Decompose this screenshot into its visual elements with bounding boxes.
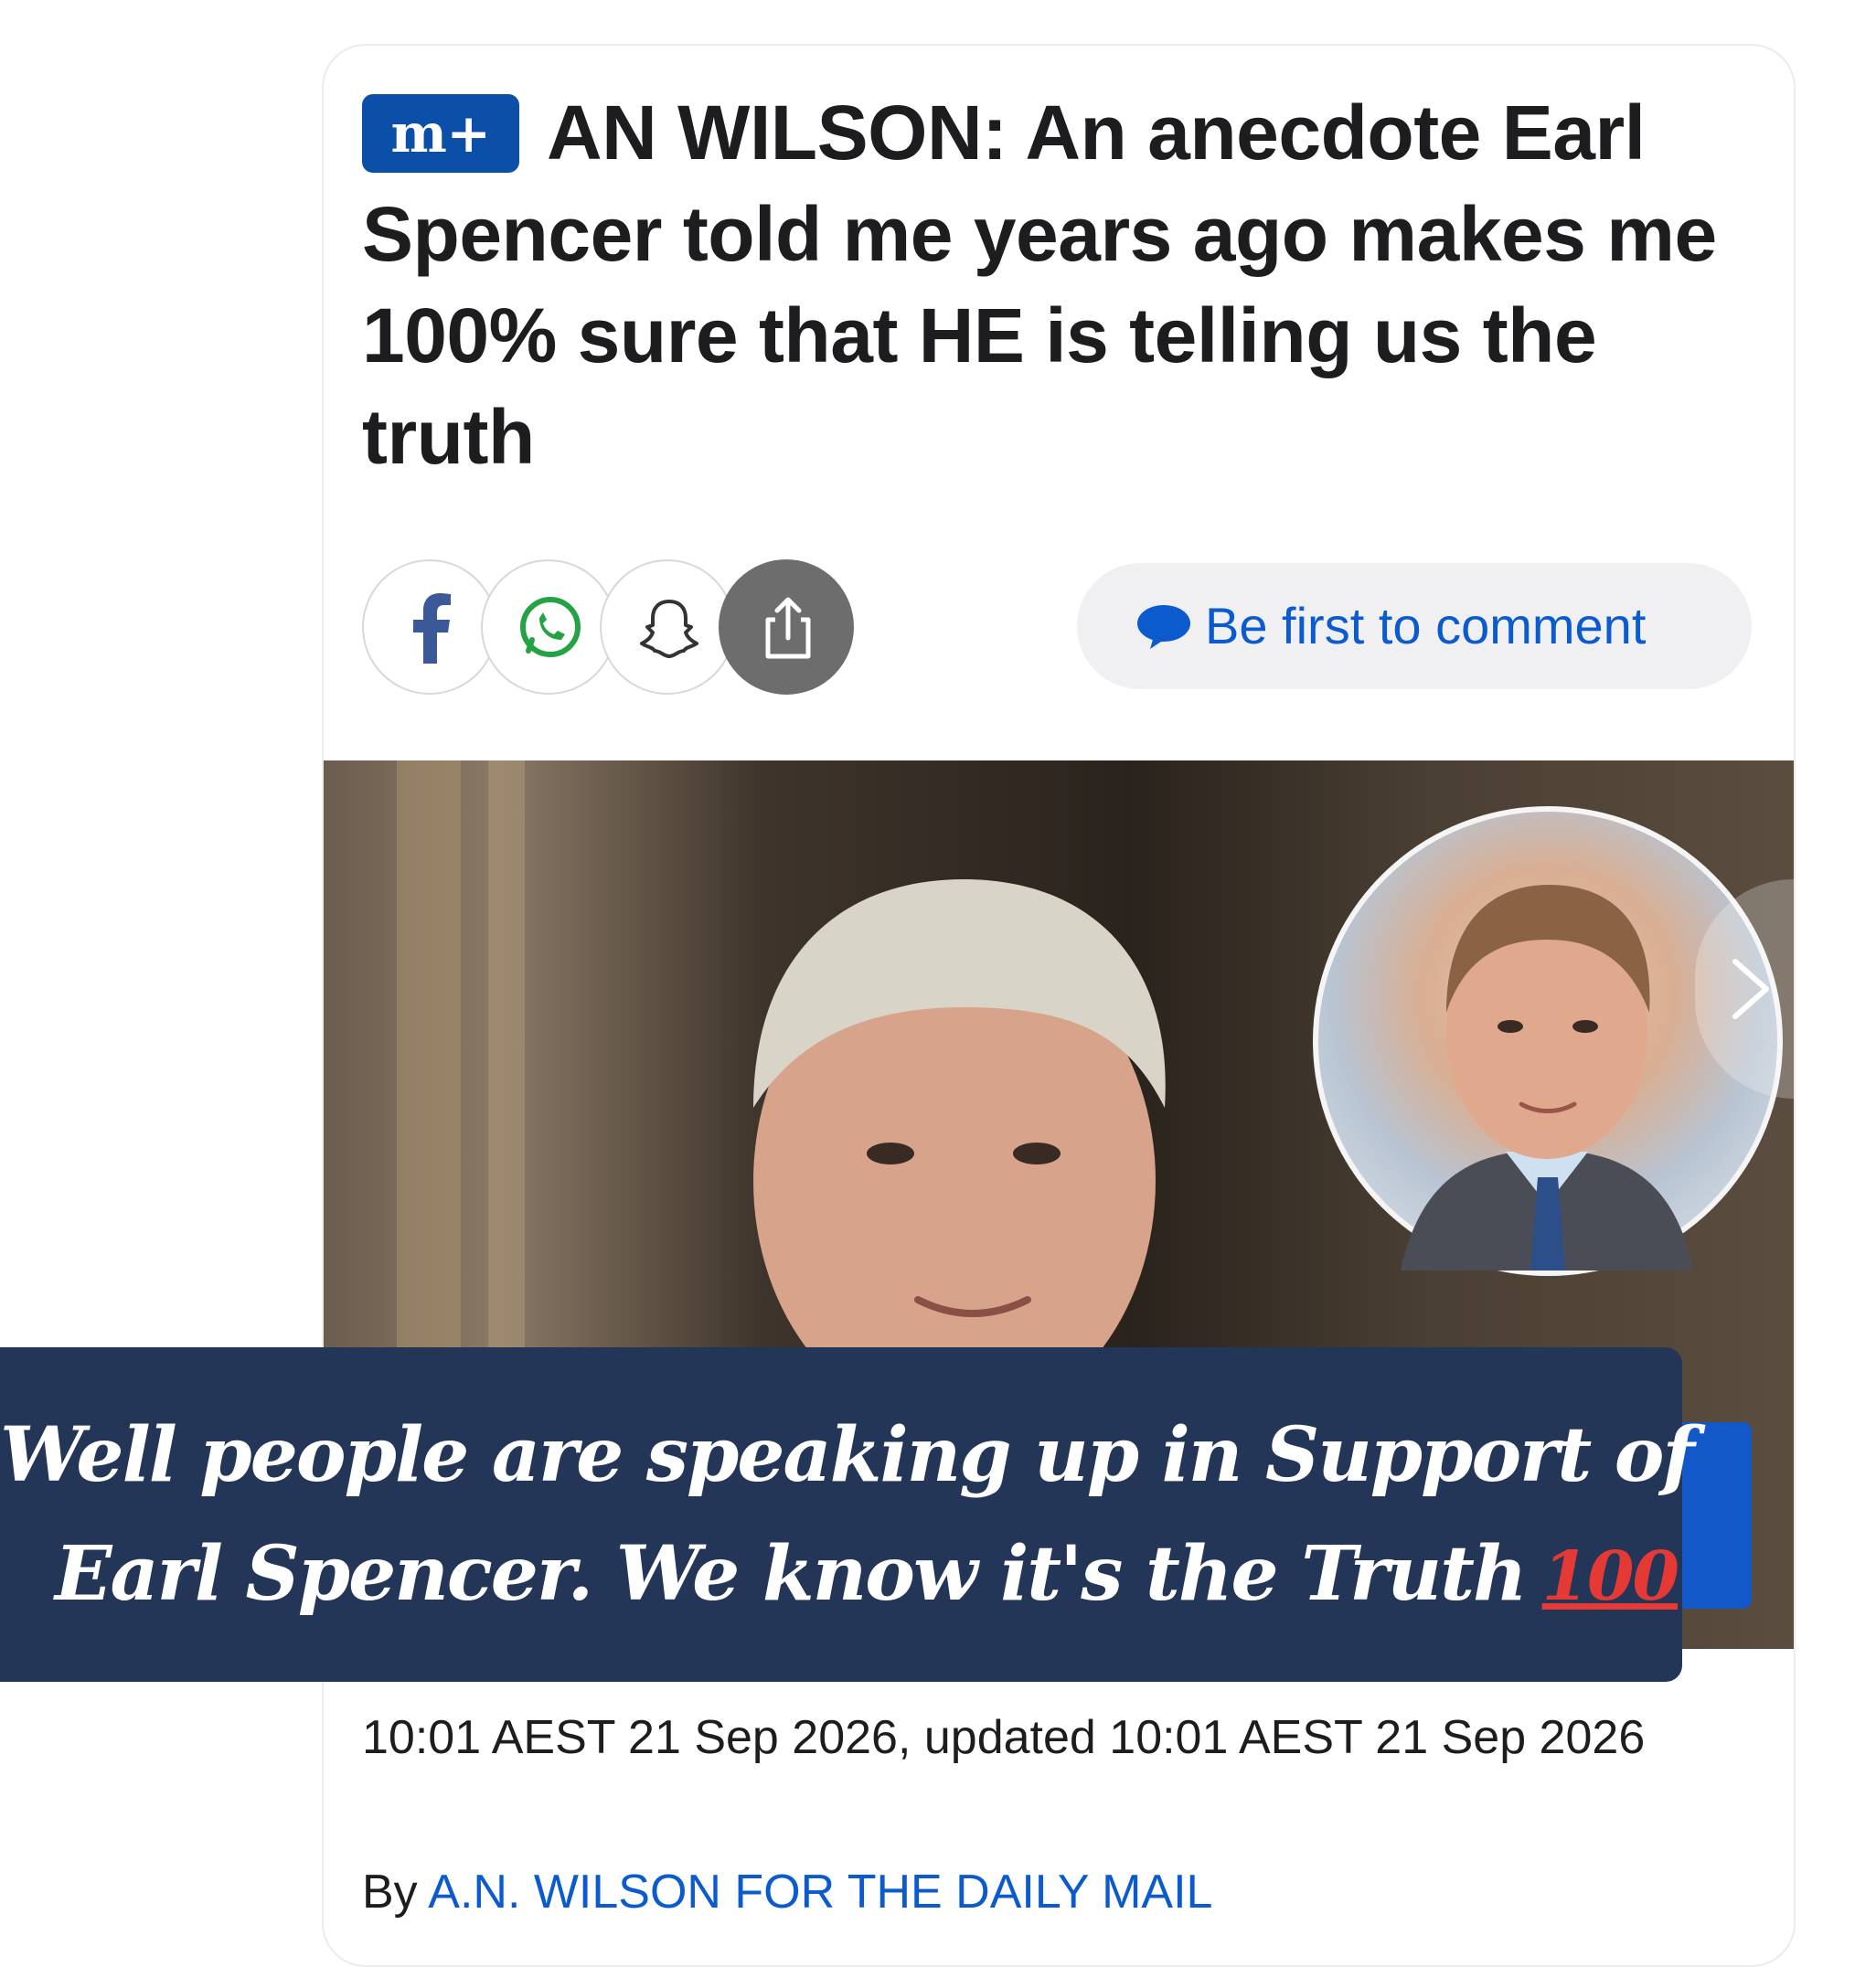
- facebook-share-button[interactable]: [362, 559, 497, 695]
- hundred-points-icon: 100: [1541, 1537, 1679, 1616]
- byline-author-link[interactable]: A.N. WILSON FOR THE DAILY MAIL: [428, 1866, 1212, 1919]
- comment-bubble-icon: [1137, 605, 1190, 649]
- whatsapp-share-button[interactable]: [481, 559, 616, 695]
- article-headline[interactable]: m+ AN WILSON: An anecdote Earl Spencer to…: [362, 82, 1761, 488]
- comment-button[interactable]: Be first to comment: [1077, 563, 1752, 689]
- snapchat-icon: [640, 600, 698, 658]
- share-bar: Be first to comment: [362, 559, 1770, 696]
- caption-line-2-text: Earl Spencer. We know it's the Truth: [55, 1530, 1528, 1618]
- article-timestamp: 10:01 AEST 21 Sep 2026, updated 10:01 AE…: [362, 1711, 1646, 1764]
- comment-label: Be first to comment: [1205, 597, 1647, 654]
- next-image-button[interactable]: [1695, 879, 1794, 1099]
- snapchat-share-button[interactable]: [600, 559, 735, 695]
- caption-overlay: Well people are speaking up in Support o…: [0, 1347, 1695, 1682]
- caption-line-2: Earl Spencer. We know it's the Truth 100: [55, 1530, 1679, 1618]
- byline-prefix: By: [362, 1866, 418, 1919]
- headline-text[interactable]: AN WILSON: An anecdote Earl Spencer told…: [362, 90, 1717, 480]
- facebook-icon: [413, 593, 451, 664]
- share-icon: [765, 597, 811, 659]
- whatsapp-icon: [520, 597, 581, 657]
- native-share-button[interactable]: [719, 559, 854, 695]
- caption-line-1: Well people are speaking up in Support o…: [0, 1411, 1695, 1499]
- article-byline: By A.N. WILSON FOR THE DAILY MAIL: [362, 1865, 1212, 1919]
- chevron-right-icon: [1732, 959, 1769, 1019]
- mail-plus-badge: m+: [362, 94, 519, 173]
